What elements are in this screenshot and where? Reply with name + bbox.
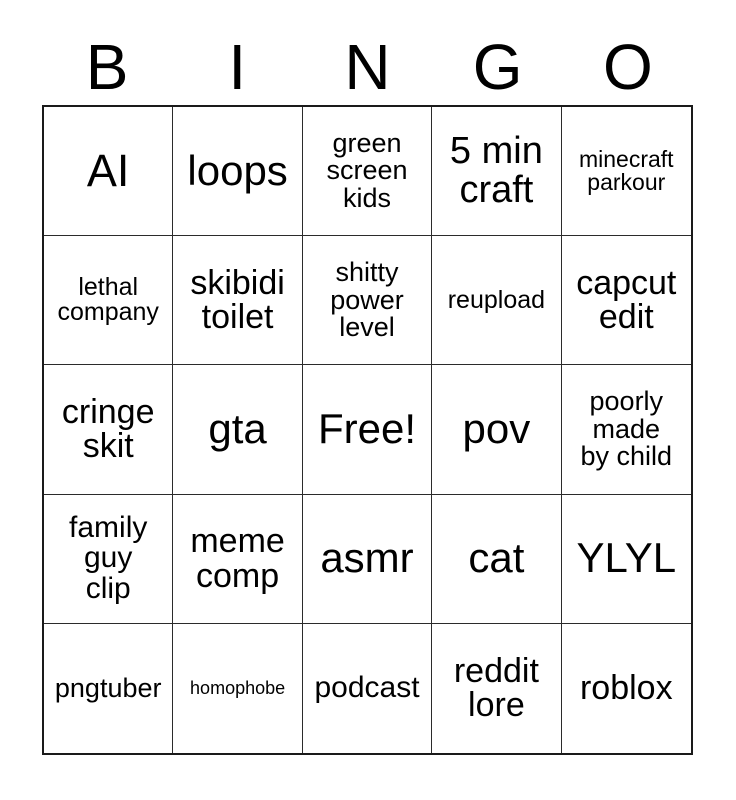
bingo-cell-r3c2[interactable]: gta [173,365,303,495]
bingo-header-letter-o: O [602,30,653,103]
bingo-cell-label: cringe skit [61,392,155,466]
bingo-cell-r2c4[interactable]: reupload [432,236,562,366]
bingo-cell-label: meme comp [190,522,285,595]
bingo-cell-r5c1[interactable]: pngtuber [44,623,174,753]
bingo-cell-label: shitty power level [330,256,404,343]
bingo-cell-r1c4[interactable]: 5 min craft [432,107,562,237]
bingo-cell-label: pov [462,405,531,453]
bingo-cell-r3c5[interactable]: poorly made by child [561,365,691,495]
bingo-cell-label: gta [208,405,267,453]
bingo-cell-label: asmr [320,534,414,582]
bingo-cell-r3c4[interactable]: pov [432,365,562,495]
bingo-cell-r3c1[interactable]: cringe skit [44,365,174,495]
bingo-cell-label: skibidi toilet [190,263,285,337]
bingo-cell-r2c1[interactable]: lethal company [44,236,174,366]
bingo-card: B I N G O AI loops green screen kids 5 m… [0,0,736,800]
bingo-header-letter-b: B [85,30,129,103]
bingo-cell-label: pngtuber [54,672,162,703]
bingo-header-letter-i: I [228,30,247,103]
bingo-cell-r4c3[interactable]: asmr [302,494,433,624]
bingo-cell-label: roblox [579,669,673,708]
bingo-cell-label: homophobe [190,678,286,699]
bingo-header-row: B I N G O [42,28,693,105]
bingo-cell-label: minecraft parkour [578,145,674,196]
bingo-cell-r4c2[interactable]: meme comp [173,494,303,624]
bingo-header-letter-n: N [344,30,391,103]
bingo-cell-label: AI [86,145,130,197]
bingo-cell-label: YLYL [576,534,677,582]
bingo-cell-r2c3[interactable]: shitty power level [302,236,433,366]
bingo-cell-label: reddit lore [453,651,539,725]
bingo-cell-label: lethal company [57,272,159,327]
bingo-cell-r1c5[interactable]: minecraft parkour [561,107,691,237]
bingo-cell-label: loops [187,146,288,194]
bingo-cell-label: Free! [317,405,416,453]
bingo-cell-r5c3[interactable]: podcast [302,623,433,753]
bingo-cell-label: 5 min craft [449,130,543,212]
bingo-cell-r5c4[interactable]: reddit lore [432,623,562,753]
bingo-cell-label: poorly made by child [580,386,673,472]
bingo-cell-r4c1[interactable]: family guy clip [44,494,174,624]
bingo-cell-free-space[interactable]: Free! [302,365,433,495]
bingo-cell-r2c5[interactable]: capcut edit [561,236,691,366]
bingo-cell-label: green screen kids [326,127,408,213]
bingo-cell-r5c5[interactable]: roblox [561,623,691,753]
bingo-cell-r1c3[interactable]: green screen kids [302,107,433,237]
bingo-cell-label: capcut edit [576,263,677,337]
bingo-header-letter-g: G [472,30,523,103]
bingo-cell-label: family guy clip [69,510,148,605]
bingo-cell-r4c5[interactable]: YLYL [561,494,691,624]
bingo-cell-r2c2[interactable]: skibidi toilet [173,236,303,366]
bingo-cell-label: reupload [447,285,546,314]
bingo-grid: AI loops green screen kids 5 min craft m… [42,105,693,755]
bingo-cell-r1c2[interactable]: loops [173,107,303,237]
bingo-cell-label: podcast [314,671,420,705]
bingo-cell-r1c1[interactable]: AI [44,107,174,237]
bingo-cell-label: cat [468,534,525,582]
bingo-cell-r4c4[interactable]: cat [432,494,562,624]
bingo-cell-r5c2[interactable]: homophobe [173,623,303,753]
